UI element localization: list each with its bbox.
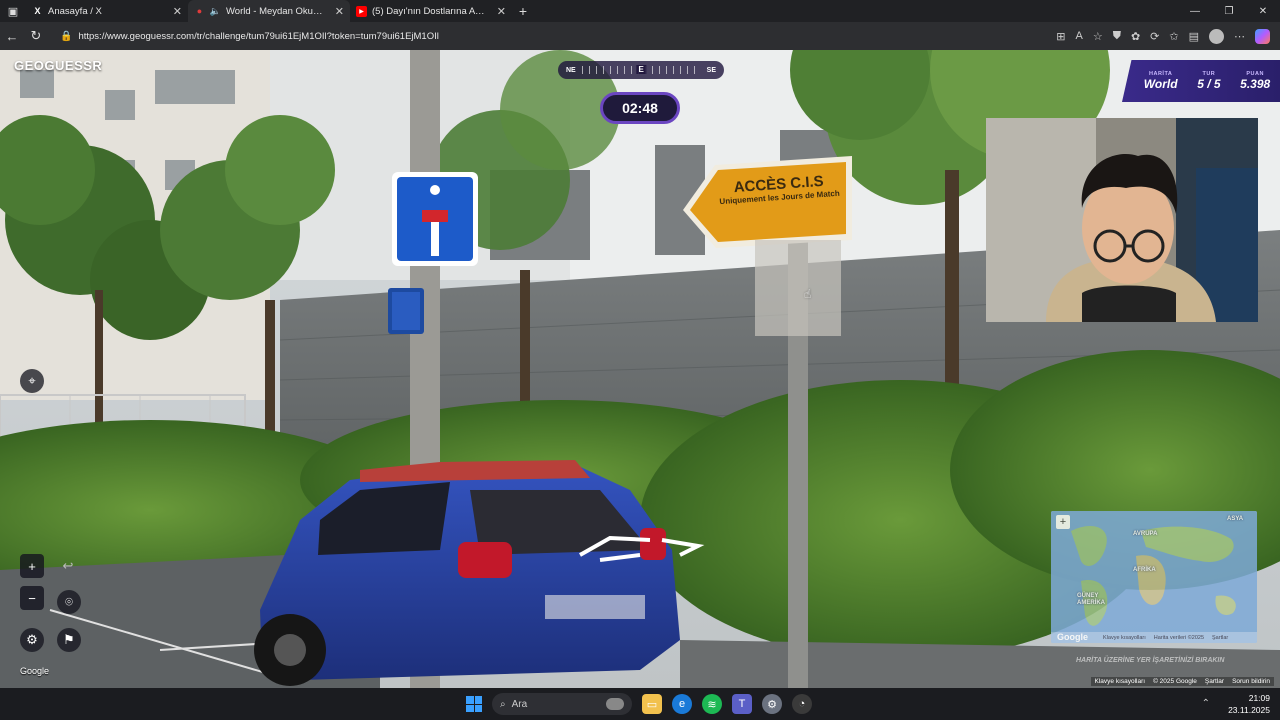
search-placeholder: Ara — [511, 698, 528, 710]
flag-icon[interactable]: ⚑ — [57, 628, 81, 652]
minimap-terms-link[interactable]: Şartlar — [1212, 635, 1228, 641]
file-explorer-icon[interactable]: ▭ — [642, 694, 662, 714]
terms-link[interactable]: Şartlar — [1205, 678, 1224, 685]
google-watermark: Google — [20, 666, 50, 676]
minimap-footer: Klavye kısayolları Harita verileri ©2025… — [1051, 632, 1257, 643]
refresh-icon[interactable]: ↻ — [24, 28, 48, 44]
guess-minimap[interactable]: + AVRUPA AFRİKA GÜNEY AMERİKA ASYA Googl… — [1051, 511, 1257, 643]
keyboard-shortcuts-link[interactable]: Klavye kısayolları — [1095, 678, 1146, 685]
map-label-africa: AFRİKA — [1133, 567, 1156, 573]
tab-geoguessr[interactable]: ● 🔈 World - Meydan Okuma - GeoGuessr ✕ — [188, 0, 350, 22]
stat-round: TUR 5 / 5 — [1197, 71, 1220, 91]
copyright-text: © 2025 Google — [1153, 678, 1197, 685]
teams-icon[interactable]: T — [732, 694, 752, 714]
stat-value: World — [1143, 77, 1178, 91]
tray-chevron-icon[interactable]: ⌃ — [1202, 698, 1210, 709]
new-tab-button[interactable]: + — [512, 0, 534, 22]
guess-hint-text: HARİTA ÜZERİNE YER İŞARETİNİZİ BIRAKIN — [1076, 657, 1225, 664]
map-label-europe: AVRUPA — [1133, 531, 1158, 537]
taskbar-apps: ⌕ Ara ▭ e ≋ T ⚙ ◔ — [466, 688, 812, 720]
extensions-icon[interactable]: ✿ — [1131, 30, 1140, 43]
minimap-expand-icon[interactable]: + — [1056, 515, 1070, 529]
close-icon[interactable]: ✕ — [335, 5, 344, 18]
minimap-data-credit: Harita verileri ©2025 — [1153, 634, 1205, 641]
map-label-asia: ASYA — [1227, 516, 1244, 522]
search-highlight-icon — [606, 698, 624, 710]
favorite-star-icon[interactable]: ☆ — [1093, 30, 1103, 43]
zoom-in-button[interactable]: + — [20, 554, 44, 578]
address-bar: ← ↻ 🔒 https://www.geoguessr.com/tr/chall… — [0, 22, 1280, 50]
settings-gear-icon[interactable]: ⚙ — [20, 628, 44, 652]
windows-taskbar: ⌕ Ara ▭ e ≋ T ⚙ ◔ ⌃ 21:09 23.11.2025 — [0, 688, 1280, 720]
minimize-icon[interactable]: — — [1178, 0, 1212, 22]
minimap-shortcuts-link[interactable]: Klavye kısayolları — [1103, 635, 1146, 641]
compass-e: E — [636, 65, 646, 74]
search-icon: ⌕ — [500, 698, 506, 710]
app-available-icon[interactable]: ⊞ — [1056, 30, 1065, 43]
youtube-icon: ▶ — [356, 5, 367, 17]
compass-ticks: E — [581, 65, 701, 74]
lock-icon[interactable]: 🔒 — [60, 31, 72, 42]
geoguessr-logo[interactable]: GEOGUESSR — [14, 58, 102, 73]
stat-value: 5 / 5 — [1197, 77, 1221, 91]
close-icon[interactable]: ✕ — [497, 5, 506, 18]
back-icon[interactable]: ← — [0, 29, 24, 44]
clock-date: 23.11.2025 — [1228, 705, 1270, 715]
streamer-webcam — [986, 118, 1258, 322]
tab-actions-icon[interactable]: ▣ — [0, 0, 26, 22]
hand-cursor-icon: ☝ — [804, 287, 812, 301]
round-timer: 02:48 — [600, 92, 680, 124]
compass-se: SE — [706, 66, 716, 74]
zoom-out-button[interactable]: − — [20, 586, 44, 610]
sync-icon[interactable]: ⟳ — [1150, 30, 1159, 43]
report-problem-link[interactable]: Sorun bildirin — [1232, 678, 1270, 685]
browser-tab-bar: ▣ X Anasayfa / X ✕ ● 🔈 World - Meydan Ok… — [0, 0, 1280, 22]
edge-browser-icon[interactable]: e — [672, 694, 692, 714]
compass-ne: NE — [566, 66, 576, 74]
collections-icon[interactable]: ▤ — [1189, 30, 1199, 43]
more-menu-icon[interactable]: ⋯ — [1234, 30, 1245, 43]
copilot-icon[interactable] — [1255, 28, 1270, 44]
close-icon[interactable]: ✕ — [173, 5, 182, 18]
tab-title: Anasayfa / X — [48, 5, 102, 17]
profile-avatar[interactable] — [1209, 28, 1224, 44]
shield-icon[interactable]: ⛊ — [1113, 30, 1121, 43]
read-aloud-icon[interactable]: A — [1075, 30, 1082, 42]
location-pin-icon[interactable]: ⌾ — [57, 590, 81, 614]
streetview-footer: Klavye kısayolları © 2025 Google Şartlar… — [1090, 677, 1274, 686]
taskbar-search[interactable]: ⌕ Ara — [492, 693, 632, 715]
clock-time: 21:09 — [1248, 693, 1270, 703]
window-controls: — ❐ ✕ — [1178, 0, 1280, 22]
tab-title: World - Meydan Okuma - GeoGuessr — [226, 5, 326, 17]
url-field[interactable]: 🔒 https://www.geoguessr.com/tr/challenge… — [56, 25, 1056, 47]
stat-score: PUAN 5.398 — [1240, 71, 1270, 91]
map-label-south-america: GÜNEY AMERİKA — [1077, 593, 1105, 606]
game-status-bar: HARİTA World TUR 5 / 5 PUAN 5.398 — [1122, 60, 1280, 102]
return-to-start-icon[interactable]: ⌖ — [20, 369, 44, 393]
spotify-icon[interactable]: ≋ — [702, 694, 722, 714]
webcam-feed — [986, 118, 1258, 322]
undo-icon[interactable]: ↩ — [56, 554, 80, 578]
favorites-icon[interactable]: ✩ — [1169, 30, 1178, 43]
compass: NE E SE — [558, 61, 724, 79]
windows-start-icon[interactable] — [466, 696, 482, 712]
settings-app-icon[interactable]: ⚙ — [762, 694, 782, 714]
tab-x-home[interactable]: X Anasayfa / X ✕ — [26, 0, 188, 22]
stat-value: 5.398 — [1240, 77, 1271, 91]
speaker-icon[interactable]: 🔈 — [210, 6, 221, 17]
x-logo-icon: X — [34, 6, 41, 16]
stat-map: HARİTA World — [1144, 71, 1178, 91]
url-text: https://www.geoguessr.com/tr/challenge/t… — [78, 30, 439, 42]
restore-icon[interactable]: ❐ — [1212, 0, 1246, 22]
tab-title: (5) Dayı'nın Dostlarına Ayarı Veriyor — [372, 5, 488, 17]
app-icon[interactable]: ◔ — [792, 694, 812, 714]
geoguessr-pin-icon: ● — [196, 6, 203, 16]
close-window-icon[interactable]: ✕ — [1246, 0, 1280, 22]
tab-youtube[interactable]: ▶ (5) Dayı'nın Dostlarına Ayarı Veriyor … — [350, 0, 512, 22]
street-view-panorama[interactable]: GEOGUESSR ACCÈS C.I.S Uniquement les Jou… — [0, 50, 1280, 688]
browser-toolbar: ⊞ A ☆ ⛊ ✿ ⟳ ✩ ▤ ⋯ — [1056, 28, 1280, 44]
system-clock[interactable]: 21:09 23.11.2025 — [1228, 692, 1270, 716]
